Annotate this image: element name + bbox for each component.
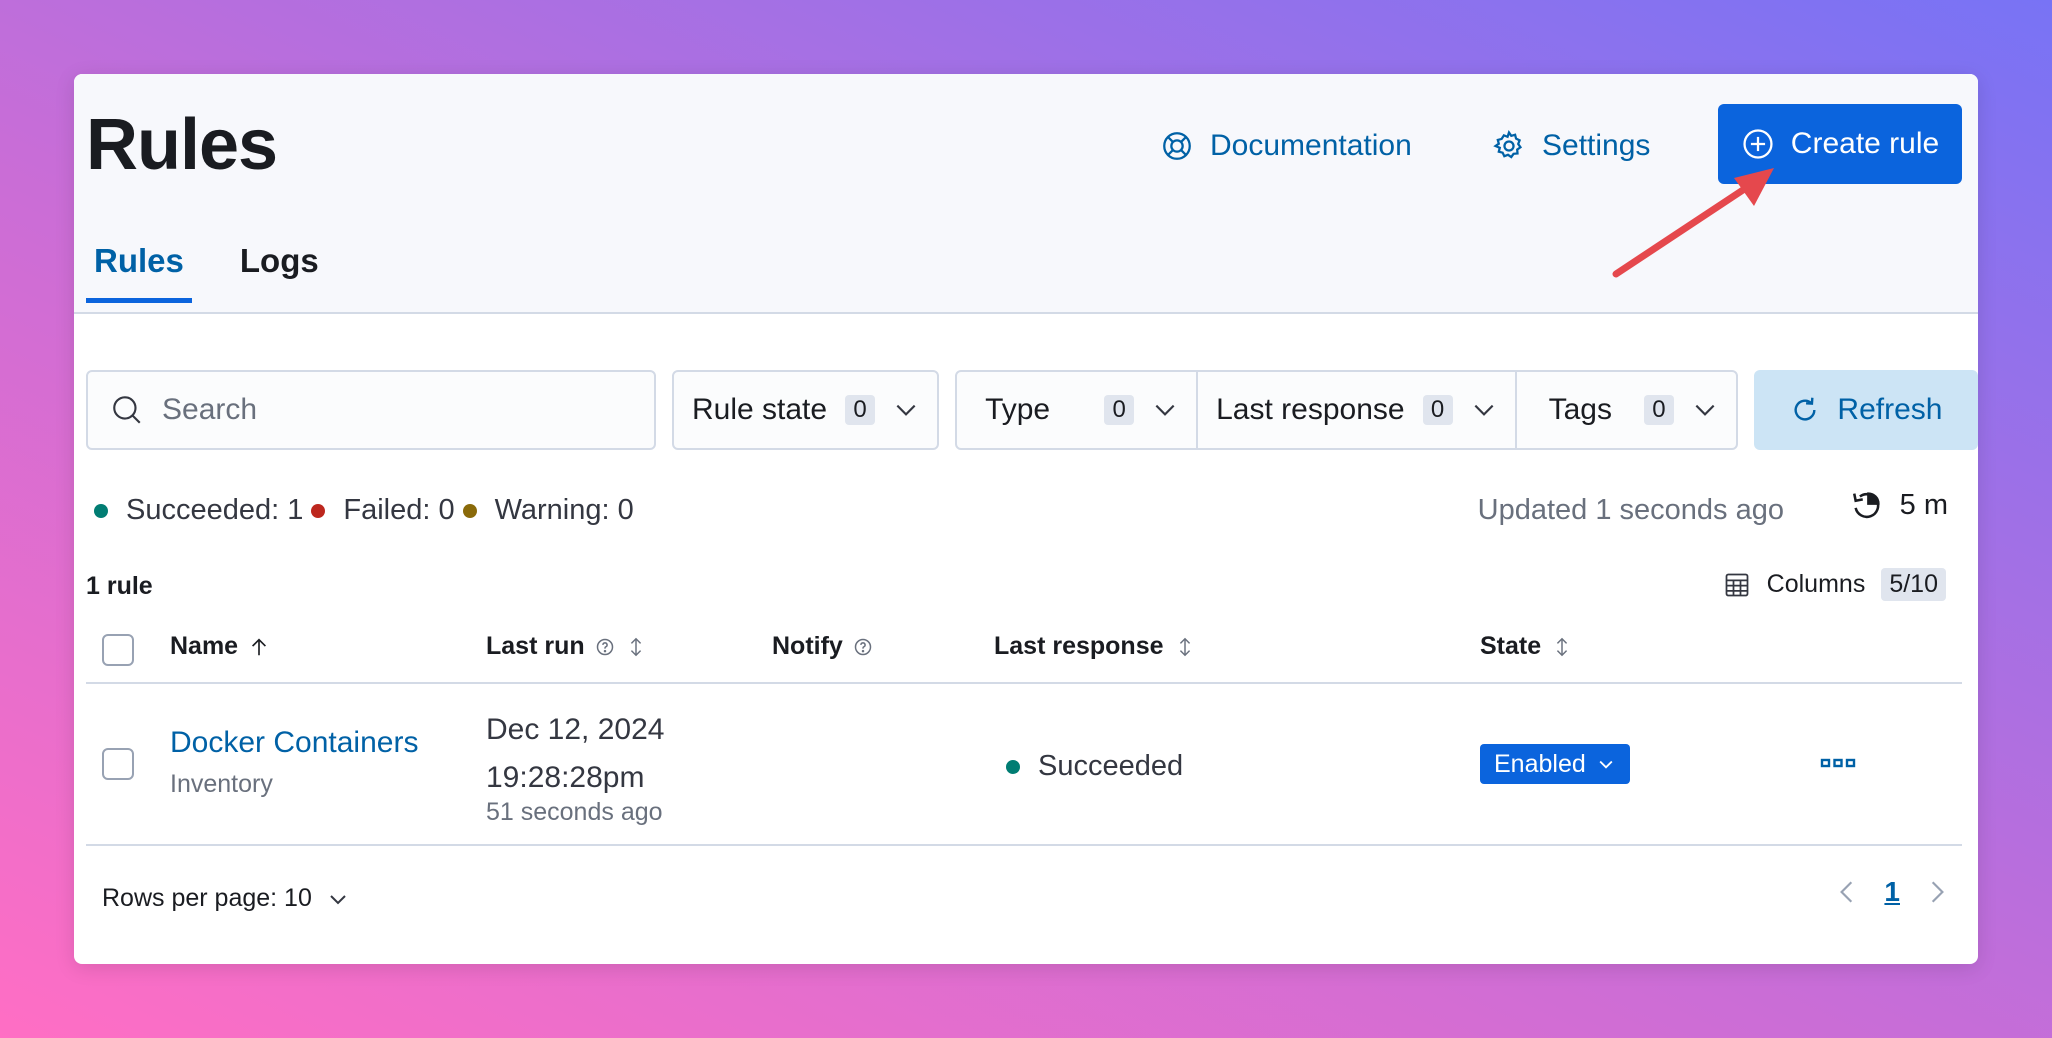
success-dot	[1006, 759, 1020, 774]
success-dot	[94, 503, 108, 518]
refresh-button[interactable]: Refresh	[1753, 370, 1978, 450]
search-icon	[113, 396, 141, 424]
table-icon	[1725, 573, 1749, 596]
documentation-link[interactable]: Documentation	[1160, 124, 1412, 168]
refresh-icon	[1794, 397, 1816, 421]
state-value: Enabled	[1494, 749, 1586, 778]
last-response-filter[interactable]: Last response 0	[1196, 372, 1514, 448]
columns-count: 5/10	[1881, 568, 1946, 601]
failed-status: Failed: 0	[311, 494, 455, 527]
chevron-left-icon[interactable]	[1834, 877, 1860, 907]
pagination: 1	[1834, 876, 1950, 908]
chevron-down-icon	[1599, 760, 1613, 769]
create-rule-label: Create rule	[1790, 127, 1940, 160]
last-response-header-label: Last response	[994, 632, 1164, 660]
row-actions-button[interactable]	[1818, 748, 1858, 778]
page-header: Rules Documentation Settings Create rule	[74, 74, 1978, 314]
failed-count: Failed: 0	[343, 494, 455, 526]
chevron-down-icon	[1155, 404, 1175, 416]
sort-icon	[1179, 637, 1190, 656]
chevron-down-icon	[1474, 404, 1494, 416]
warning-dot	[462, 503, 477, 518]
state-dropdown[interactable]: Enabled	[1480, 744, 1630, 784]
settings-link[interactable]: Settings	[1492, 124, 1650, 168]
chevron-right-icon[interactable]	[1924, 877, 1950, 907]
last-run-date: Dec 12, 2024 19:28:28pm	[486, 713, 665, 794]
tags-filter[interactable]: Tags 0	[1514, 372, 1736, 448]
rules-panel: Rules Documentation Settings Create rule	[74, 74, 1978, 964]
rule-state-filter-group: Rule state 0	[672, 370, 940, 450]
succeeded-count: Succeeded: 1	[126, 494, 304, 526]
last-run-relative: 51 seconds ago	[486, 798, 663, 826]
rule-state-count: 0	[845, 395, 876, 425]
refresh-interval[interactable]: 5 m	[1850, 488, 1948, 522]
type-label: Type	[985, 393, 1051, 426]
filter-toolbar: Rule state 0 Type 0 Last response 0 Tags…	[86, 370, 1978, 450]
tab-rules[interactable]: Rules	[86, 242, 192, 303]
updated-timestamp: Updated 1 seconds ago	[1477, 494, 1784, 526]
succeeded-status: Succeeded: 1	[94, 494, 303, 527]
last-response-label: Last response	[1216, 393, 1405, 426]
notify-column-header: Notify	[772, 632, 873, 661]
table-header: Name Last run Notify Last response State	[86, 624, 1962, 684]
arrow-up-icon	[252, 637, 267, 655]
tags-label: Tags	[1548, 393, 1612, 426]
rule-count: 1 rule	[86, 572, 153, 600]
select-all-checkbox[interactable]	[102, 634, 134, 666]
rule-state-label: Rule state	[692, 393, 828, 426]
rows-per-page-label: Rows per page: 10	[102, 884, 312, 912]
name-column-header[interactable]: Name	[170, 632, 270, 661]
interval-value: 5 m	[1899, 488, 1948, 521]
help-icon[interactable]	[595, 637, 615, 657]
rule-state-filter[interactable]: Rule state 0	[674, 372, 937, 448]
status-summary: Succeeded: 1 Failed: 0 Warning: 0	[94, 494, 642, 527]
last-response-column-header[interactable]: Last response	[994, 632, 1196, 661]
page-number[interactable]: 1	[1884, 876, 1900, 908]
columns-selector[interactable]: Columns 5/10	[1723, 568, 1946, 601]
warning-count: Warning: 0	[494, 494, 634, 526]
help-icon[interactable]	[853, 637, 873, 657]
filters-group: Type 0 Last response 0 Tags 0	[955, 370, 1738, 450]
last-run-column-header[interactable]: Last run	[486, 632, 647, 661]
tab-logs[interactable]: Logs	[232, 242, 327, 303]
type-filter[interactable]: Type 0	[957, 372, 1196, 448]
state-header-label: State	[1480, 632, 1542, 660]
name-header-label: Name	[170, 632, 239, 660]
more-horizontal-icon	[1820, 758, 1856, 768]
last-response-status: Succeeded	[1006, 750, 1183, 783]
last-run-header-label: Last run	[486, 632, 585, 660]
state-column-header[interactable]: State	[1480, 632, 1573, 661]
chevron-down-icon	[330, 894, 346, 904]
table-row: Docker Containers Inventory Dec 12, 2024…	[86, 684, 1962, 846]
last-response-count: 0	[1422, 395, 1453, 425]
failed-dot	[311, 503, 326, 518]
gear-icon	[1493, 130, 1523, 159]
page-title: Rules	[86, 105, 278, 185]
rule-name-link[interactable]: Docker Containers	[170, 726, 418, 760]
lifebuoy-icon	[1163, 132, 1191, 160]
documentation-label: Documentation	[1210, 129, 1412, 162]
sort-icon	[1557, 637, 1568, 656]
row-checkbox[interactable]	[102, 748, 134, 780]
refresh-label: Refresh	[1837, 393, 1943, 426]
rule-type: Inventory	[170, 770, 273, 798]
type-count: 0	[1104, 395, 1135, 425]
rows-per-page-selector[interactable]: Rows per page: 10	[102, 884, 350, 913]
warning-status: Warning: 0	[462, 494, 634, 527]
sort-icon	[630, 637, 641, 656]
search-box	[86, 370, 656, 450]
columns-label: Columns	[1766, 570, 1866, 598]
tab-bar: Rules Logs	[86, 242, 327, 303]
plus-circle-icon	[1743, 129, 1773, 159]
tags-count: 0	[1643, 395, 1674, 425]
notify-header-label: Notify	[772, 632, 843, 660]
last-response-value: Succeeded	[1038, 750, 1184, 782]
clock-refresh-icon	[1852, 492, 1880, 519]
settings-label: Settings	[1542, 129, 1651, 162]
chevron-down-icon	[896, 404, 916, 416]
search-input[interactable]	[162, 393, 602, 427]
chevron-down-icon	[1695, 404, 1715, 416]
create-rule-button[interactable]: Create rule	[1718, 104, 1962, 184]
